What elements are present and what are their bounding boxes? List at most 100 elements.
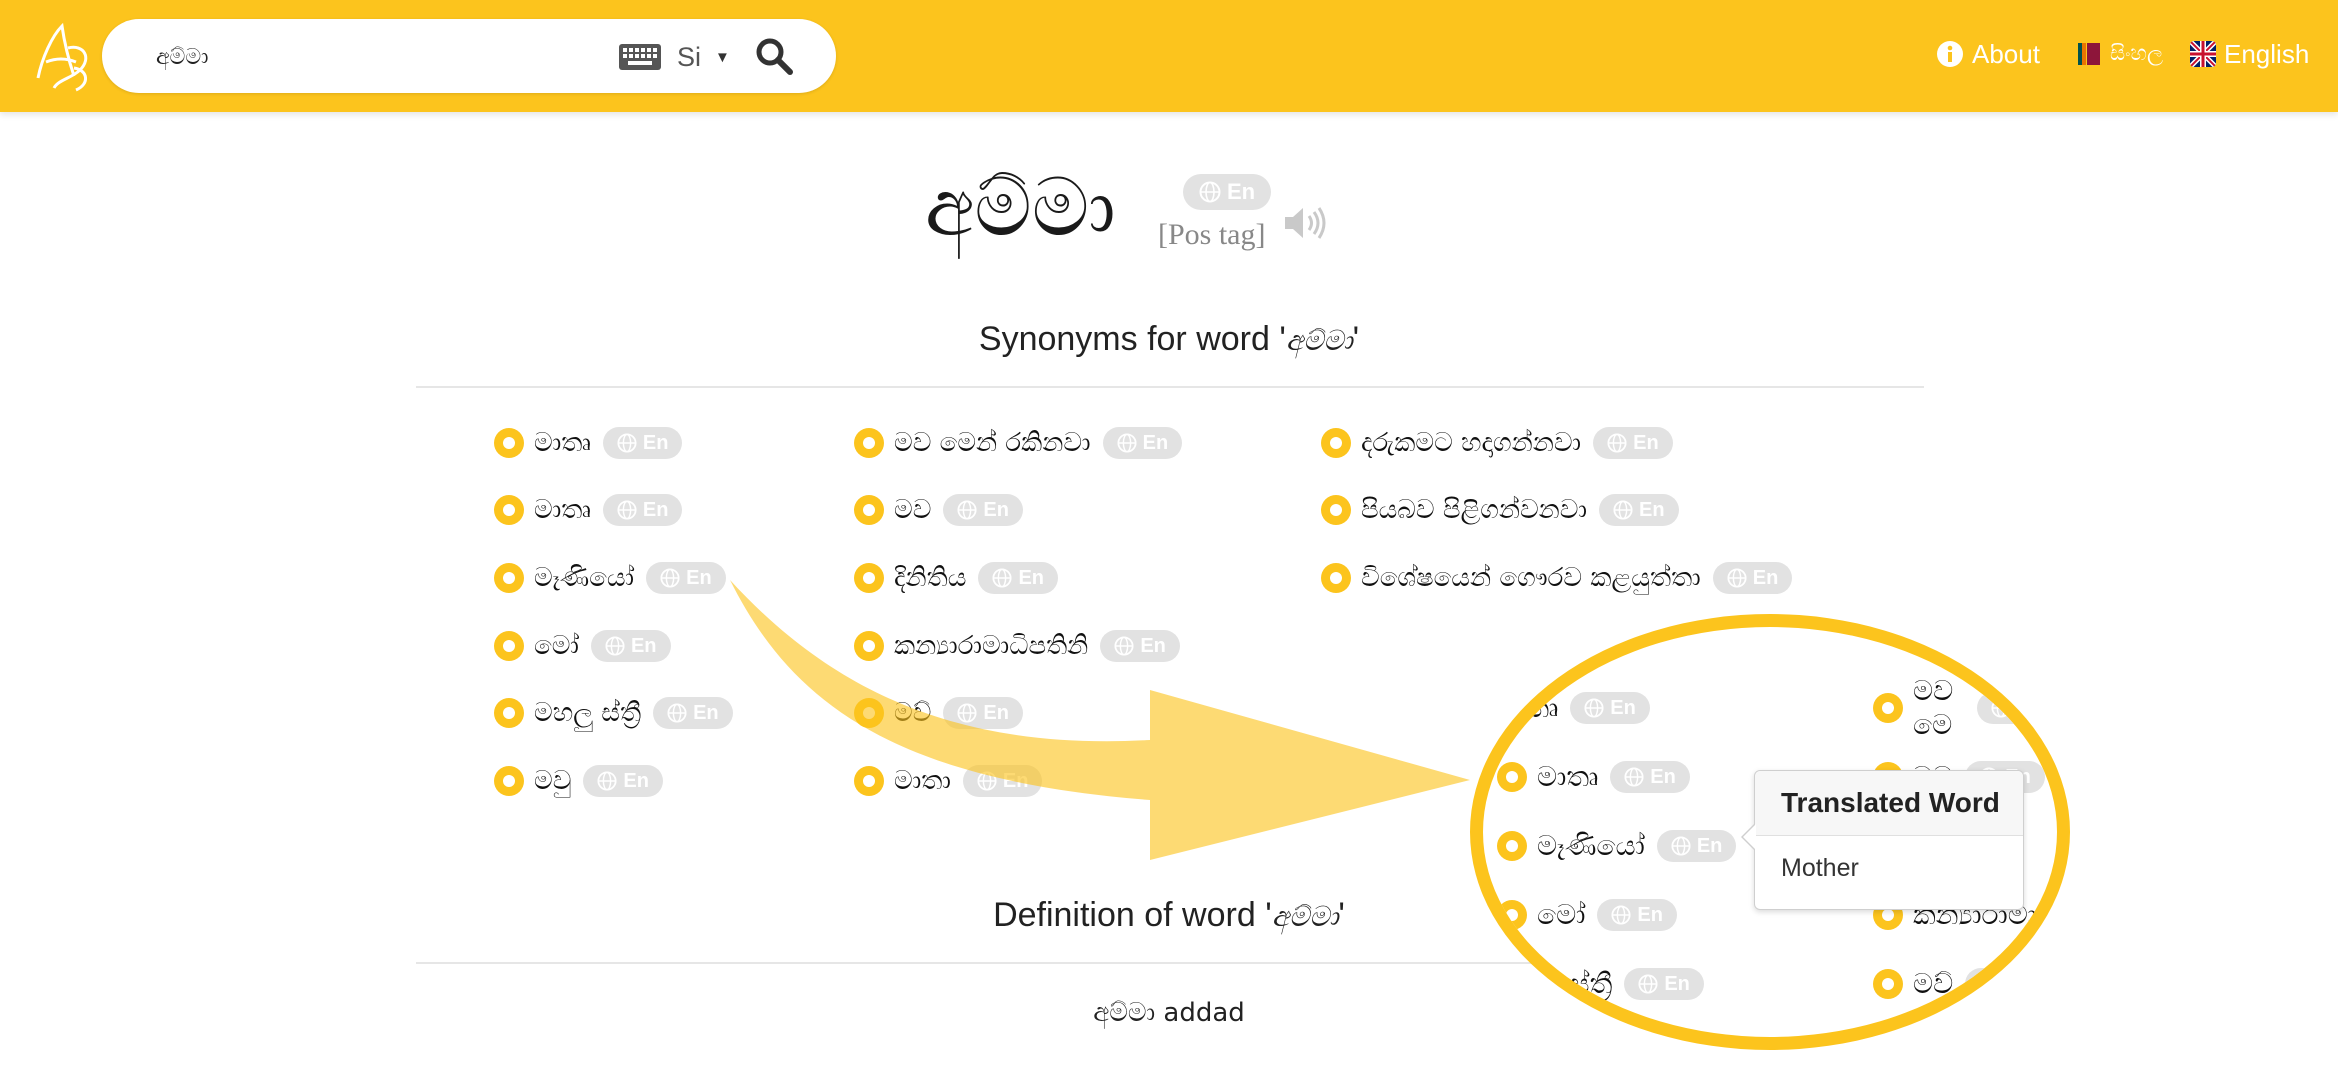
- uk-flag-icon: [2190, 41, 2216, 67]
- sinhala-language-link[interactable]: සිංහල: [2076, 34, 2163, 74]
- bullet-icon: [1497, 900, 1527, 930]
- translate-badge[interactable]: En: [1610, 761, 1690, 793]
- synonym-item[interactable]: මාතෘ En: [494, 490, 683, 530]
- synonym-item[interactable]: මෑණියෝ En: [1497, 826, 1737, 866]
- translate-badge[interactable]: En: [1656, 830, 1737, 862]
- synonym-item[interactable]: මව් En: [1873, 964, 2045, 1004]
- badge-label: En: [2017, 696, 2043, 719]
- callout-arrow: [730, 580, 1470, 860]
- translate-badge[interactable]: En: [1977, 692, 2057, 724]
- synonym-text: මව මෙන් රකිනවා: [894, 427, 1091, 458]
- translate-badge[interactable]: En: [646, 562, 726, 594]
- translate-badge[interactable]: En: [1624, 968, 1704, 1000]
- synonym-text: මව්: [1913, 967, 1954, 1000]
- bullet-icon: [494, 495, 524, 525]
- logo[interactable]: [28, 18, 96, 94]
- bullet-icon: [1497, 762, 1527, 792]
- synonym-text: මවු: [534, 765, 572, 796]
- sri-lanka-flag-icon: [2076, 41, 2102, 67]
- synonym-item[interactable]: මවු En: [494, 761, 663, 801]
- bullet-icon: [494, 428, 524, 458]
- synonym-item[interactable]: දරුකමට හදාගන්නවා En: [1321, 423, 1673, 463]
- synonym-text: මාතෘ: [1537, 760, 1599, 793]
- synonym-item[interactable]: මව මෙන් රකිනවා En: [854, 423, 1183, 463]
- translate-badge[interactable]: En: [583, 765, 663, 797]
- translate-badge[interactable]: En: [1599, 494, 1679, 526]
- synonym-item[interactable]: මව මෙ En: [1873, 674, 2057, 741]
- headword: අම්මා: [925, 161, 1116, 254]
- synonym-item[interactable]: මහලු ස්ත්‍රී En: [494, 693, 733, 733]
- translate-badge[interactable]: En: [1712, 562, 1793, 594]
- info-icon: [1937, 41, 1963, 67]
- globe-icon: [1613, 500, 1633, 520]
- translation-tooltip: Translated Word Mother: [1741, 770, 2024, 910]
- bullet-icon: [494, 631, 524, 661]
- keyboard-icon[interactable]: [618, 43, 662, 71]
- english-language-link[interactable]: English: [2190, 34, 2309, 74]
- translate-badge[interactable]: En: [1570, 692, 1650, 724]
- translate-badge[interactable]: En: [1593, 427, 1673, 459]
- translate-badge[interactable]: En: [590, 630, 671, 662]
- synonym-text: මෝ: [534, 630, 579, 661]
- search-bar: Si ▼: [102, 19, 836, 93]
- synonym-text: මාතෘ: [534, 494, 591, 525]
- tooltip-translation: Mother: [1781, 854, 1859, 882]
- bullet-icon: [1321, 495, 1351, 525]
- badge-label: En: [1633, 431, 1659, 454]
- badge-label: En: [630, 634, 657, 657]
- badge-label: En: [1752, 566, 1779, 589]
- synonym-item[interactable]: මාතෘ En: [1497, 757, 1690, 797]
- translate-badge[interactable]: En: [943, 494, 1023, 526]
- sinhala-label: සිංහල: [2110, 42, 2163, 65]
- bullet-icon: [1497, 831, 1527, 861]
- about-label: About: [1972, 38, 2040, 69]
- synonym-item[interactable]: පියබව පිළිගන්වනවා En: [1321, 490, 1679, 530]
- search-icon[interactable]: [754, 36, 794, 76]
- badge-label: En: [1142, 431, 1169, 454]
- globe-icon: [957, 500, 977, 520]
- translate-badge[interactable]: En: [1965, 968, 2045, 1000]
- globe-icon: [1671, 836, 1691, 856]
- globe-icon: [1117, 433, 1137, 453]
- badge-label: En: [1696, 834, 1723, 857]
- bullet-icon: [854, 428, 884, 458]
- translate-badge[interactable]: En: [1102, 427, 1183, 459]
- synonym-item[interactable]: මව En: [854, 490, 1023, 530]
- synonym-item[interactable]: මෝ En: [494, 626, 671, 666]
- pos-tag: [Pos tag]: [1158, 218, 1266, 251]
- globe-icon: [667, 703, 687, 723]
- search-input[interactable]: [154, 36, 598, 78]
- language-select[interactable]: Si ▼: [677, 39, 730, 75]
- badge-label: En: [1639, 498, 1665, 521]
- synonym-item[interactable]: මාතෘ En: [494, 423, 683, 463]
- synonym-item[interactable]: මෑණියෝ En: [494, 558, 726, 598]
- synonym-item[interactable]: මහලු ස්ත්‍රී En: [1497, 964, 1704, 1004]
- synonym-text: පියබව පිළිගන්වනවා: [1361, 494, 1588, 525]
- synonym-item[interactable]: මෝ En: [1497, 895, 1677, 935]
- globe-icon: [1607, 433, 1627, 453]
- bullet-icon: [1321, 428, 1351, 458]
- synonyms-heading: Synonyms for word 'අම්මා': [978, 320, 1360, 358]
- bullet-icon: [494, 766, 524, 796]
- badge-label: En: [623, 769, 649, 792]
- translate-badge[interactable]: En: [653, 697, 733, 729]
- globe-icon: [1611, 905, 1631, 925]
- tooltip-title: Translated Word: [1755, 771, 2023, 836]
- translate-badge[interactable]: En: [602, 494, 683, 526]
- globe-icon: [1624, 767, 1644, 787]
- translate-badge[interactable]: En: [602, 427, 683, 459]
- english-label: English: [2224, 38, 2310, 69]
- about-link[interactable]: About: [1936, 34, 2040, 74]
- synonym-item[interactable]: මාතෘ En: [1497, 688, 1650, 728]
- globe-icon: [1727, 568, 1747, 588]
- translate-badge[interactable]: En: [1183, 174, 1272, 210]
- globe-icon: [617, 500, 637, 520]
- badge-label: En: [1650, 765, 1676, 788]
- synonym-text: මෝ: [1537, 898, 1586, 931]
- globe-icon: [1199, 181, 1221, 203]
- translate-badge[interactable]: En: [1597, 899, 1677, 931]
- bullet-icon: [854, 495, 884, 525]
- badge-label: En: [1610, 696, 1636, 719]
- synonym-text: මහලු ස්ත්‍රී: [1497, 967, 1613, 1000]
- speaker-icon[interactable]: [1283, 205, 1329, 241]
